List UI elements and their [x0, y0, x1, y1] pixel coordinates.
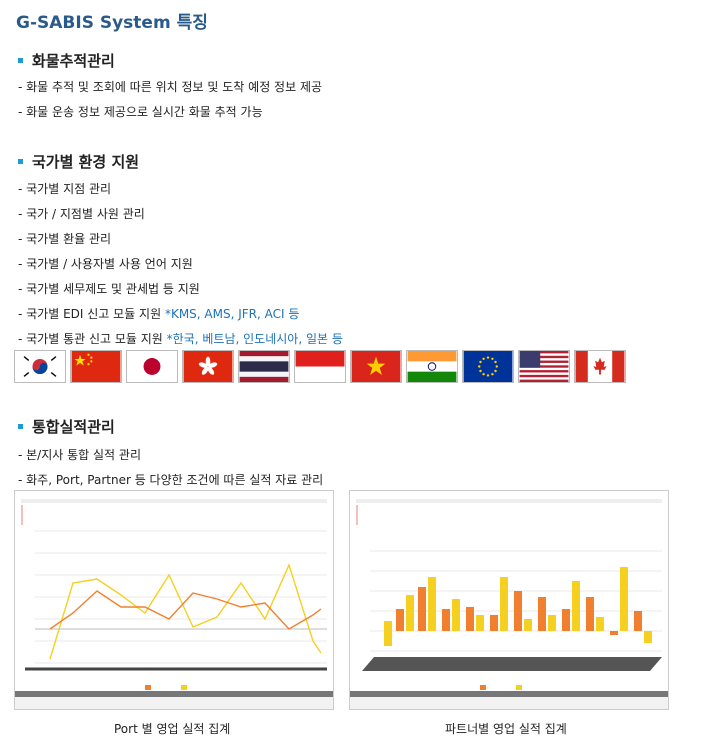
feature-line: - 화주, Port, Partner 등 다양한 조건에 따른 실적 자료 관…: [18, 473, 324, 487]
feature-line: - 화물 운송 정보 제공으로 실시간 화물 추적 가능: [18, 105, 263, 119]
section-heading-country-support: 국가별 환경 지원: [18, 151, 139, 172]
port-chart-caption: Port 별 영업 실적 집계: [114, 722, 231, 736]
india-flag-icon: [406, 350, 458, 383]
page-title: G-SABIS System 특징: [16, 13, 208, 33]
highlight-text: *KMS, AMS, JFR, ACI 등: [164, 307, 300, 321]
feature-line: - 국가별 / 사용자별 사용 언어 지원: [18, 257, 193, 271]
section-heading-text: 통합실적관리: [32, 418, 115, 436]
highlight-text: *한국, 베트남, 인도네시아, 일본 등: [166, 332, 343, 346]
country-flags-row: [14, 350, 626, 383]
section-heading-text: 국가별 환경 지원: [32, 153, 140, 171]
indonesia-flag-icon: [294, 350, 346, 383]
usa-flag-icon: [518, 350, 570, 383]
hongkong-flag-icon: [182, 350, 234, 383]
feature-line: - 국가별 EDI 신고 모듈 지원 *KMS, AMS, JFR, ACI 등: [18, 307, 300, 321]
feature-line: - 국가별 세무제도 및 관세법 등 지원: [18, 282, 200, 296]
partner-sales-chart-thumbnail: [349, 490, 669, 710]
feature-line: - 화물 추적 및 조회에 따른 위치 정보 및 도착 예정 정보 제공: [18, 80, 323, 94]
feature-line: - 국가별 통관 신고 모듈 지원 *한국, 베트남, 인도네시아, 일본 등: [18, 332, 343, 346]
square-bullet-icon: [18, 424, 23, 429]
feature-line: - 국가별 지점 관리: [18, 182, 112, 196]
eu-flag-icon: [462, 350, 514, 383]
section-heading-integrated-performance: 통합실적관리: [18, 416, 115, 437]
feature-line: - 국가별 환율 관리: [18, 232, 112, 246]
feature-line: - 국가 / 지점별 사원 관리: [18, 207, 145, 221]
china-flag-icon: [70, 350, 122, 383]
feature-line: - 본/지사 통합 실적 관리: [18, 448, 141, 462]
canada-flag-icon: [574, 350, 626, 383]
section-heading-text: 화물추적관리: [32, 52, 115, 70]
square-bullet-icon: [18, 58, 23, 63]
thailand-flag-icon: [238, 350, 290, 383]
port-sales-chart-thumbnail: [14, 490, 334, 710]
partner-chart-caption: 파트너별 영업 실적 집계: [445, 722, 567, 736]
vietnam-flag-icon: [350, 350, 402, 383]
korea-flag-icon: [14, 350, 66, 383]
square-bullet-icon: [18, 159, 23, 164]
japan-flag-icon: [126, 350, 178, 383]
section-heading-cargo-tracking: 화물추적관리: [18, 50, 115, 71]
